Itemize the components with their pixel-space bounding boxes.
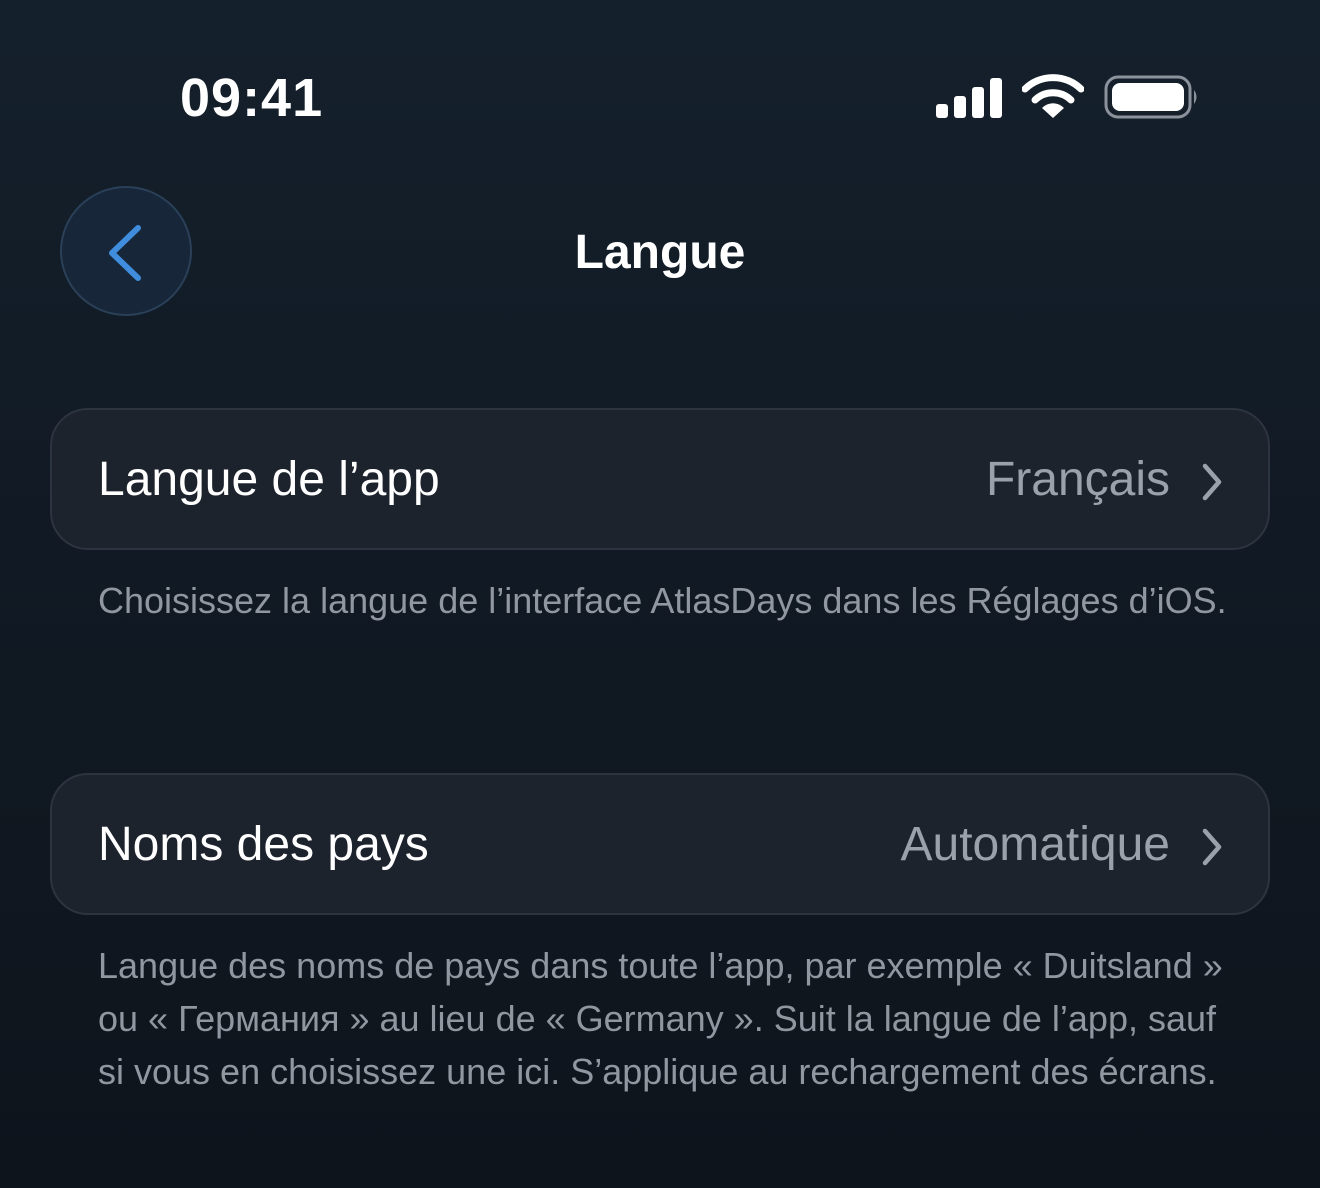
app-language-value: Français bbox=[985, 453, 1170, 506]
country-names-row[interactable]: Noms des pays Automatique bbox=[50, 773, 1270, 915]
country-names-value: Automatique bbox=[900, 818, 1170, 871]
nav-bar: Langue bbox=[0, 186, 1320, 318]
app-language-footnote: Choisissez la langue de l’interface Atla… bbox=[98, 580, 1227, 621]
wifi-icon bbox=[1022, 74, 1084, 118]
page-title: Langue bbox=[574, 226, 746, 279]
country-names-label: Noms des pays bbox=[98, 818, 429, 871]
status-time: 09:41 bbox=[180, 68, 324, 128]
chevron-right-icon bbox=[1202, 463, 1222, 501]
app-language-label: Langue de l’app bbox=[98, 453, 440, 506]
battery-icon bbox=[1104, 75, 1197, 119]
app-language-row[interactable]: Langue de l’app Français bbox=[50, 408, 1270, 550]
signal-icon bbox=[936, 78, 1002, 118]
status-bar: 09:41 bbox=[0, 0, 1320, 190]
country-names-footnote: Langue des noms de pays dans toute l’app… bbox=[98, 945, 1223, 1092]
chevron-right-icon bbox=[1202, 828, 1222, 866]
